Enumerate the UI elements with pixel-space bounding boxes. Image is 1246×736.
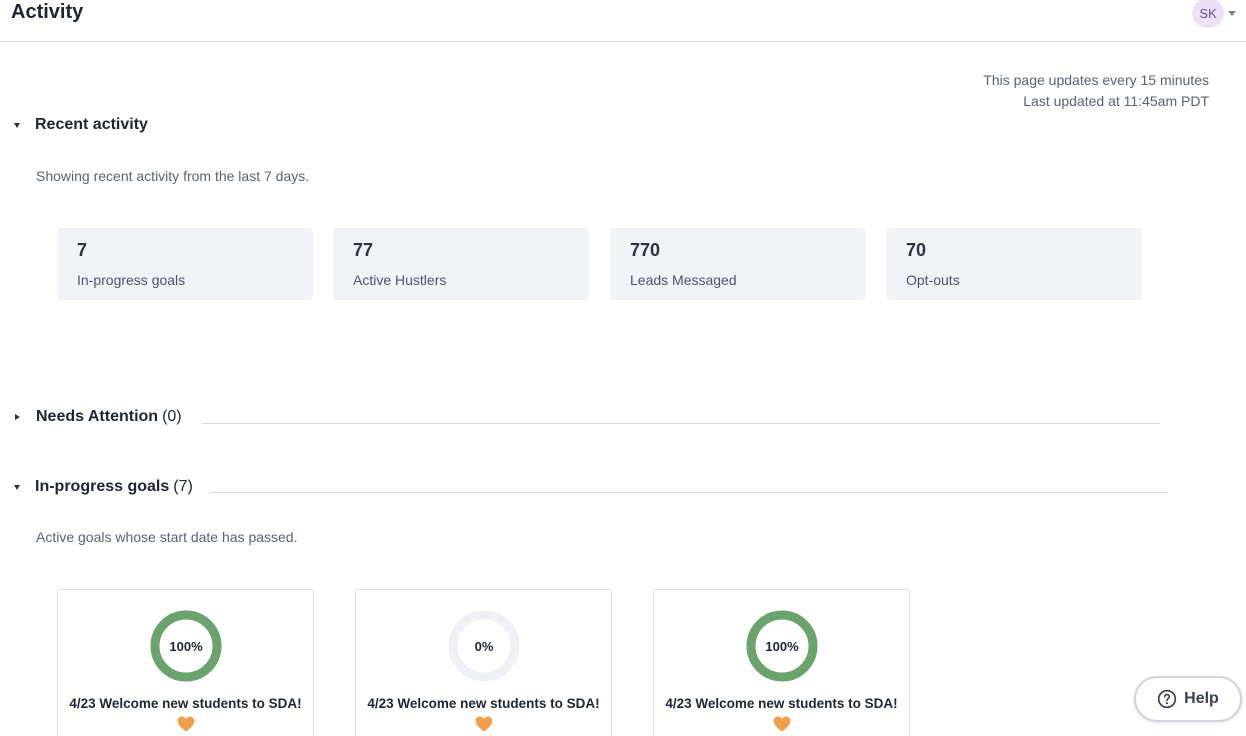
caret-down-icon[interactable] <box>14 484 20 490</box>
stat-label: Leads Messaged <box>630 272 737 288</box>
chevron-down-icon[interactable] <box>1228 10 1236 16</box>
user-menu[interactable]: SK <box>1192 0 1236 28</box>
section-divider <box>202 423 1160 424</box>
goal-card[interactable]: 100% 4/23 Welcome new students to SDA! <box>653 589 910 736</box>
stat-value: 770 <box>630 240 661 260</box>
goal-card[interactable]: 0% 4/23 Welcome new students to SDA! <box>355 589 612 736</box>
last-updated-text: Last updated at 11:45am PDT <box>1023 93 1209 109</box>
goal-title: 4/23 Welcome new students to SDA! <box>367 696 600 711</box>
section-divider <box>210 492 1168 493</box>
stat-card-leads-messaged: 770 Leads Messaged <box>610 228 866 300</box>
question-circle-icon <box>1157 689 1177 709</box>
in-progress-goals-description: Active goals whose start date has passed… <box>36 529 298 545</box>
top-bar: Activity SK <box>0 0 1246 42</box>
orange-heart-icon <box>177 716 195 732</box>
help-button[interactable]: Help <box>1134 676 1242 722</box>
goal-card[interactable]: 100% 4/23 Welcome new students to SDA! <box>57 589 314 736</box>
caret-right-icon[interactable] <box>15 414 20 420</box>
recent-activity-header[interactable]: Recent activity <box>14 114 148 136</box>
stat-value: 77 <box>353 240 374 260</box>
stat-card-in-progress-goals: 7 In-progress goals <box>57 228 313 300</box>
orange-heart-icon <box>773 716 791 732</box>
stat-value: 7 <box>77 240 88 260</box>
update-note: This page updates every 15 minutes Last … <box>983 70 1209 112</box>
progress-percent: 0% <box>474 638 494 654</box>
in-progress-goals-header[interactable]: In-progress goals (7) <box>14 476 193 498</box>
progress-percent: 100% <box>765 638 799 654</box>
section-title: Recent activity <box>35 116 148 133</box>
recent-activity-description: Showing recent activity from the last 7 … <box>36 168 310 184</box>
stat-value: 70 <box>906 240 927 260</box>
stat-card-opt-outs: 70 Opt-outs <box>886 228 1142 300</box>
progress-percent: 100% <box>169 638 203 654</box>
help-label: Help <box>1184 690 1219 707</box>
stat-label: Active Hustlers <box>353 272 447 288</box>
stat-label: In-progress goals <box>77 272 186 288</box>
needs-attention-header[interactable]: Needs Attention (0) <box>14 406 182 428</box>
update-frequency-text: This page updates every 15 minutes <box>983 72 1209 88</box>
stat-card-active-hustlers: 77 Active Hustlers <box>333 228 589 300</box>
stat-label: Opt-outs <box>906 272 960 288</box>
goal-title: 4/23 Welcome new students to SDA! <box>69 696 302 711</box>
avatar[interactable]: SK <box>1192 0 1224 28</box>
section-title: In-progress goals <box>35 478 170 495</box>
section-title: Needs Attention <box>36 408 159 425</box>
section-count: (0) <box>162 408 182 425</box>
orange-heart-icon <box>475 716 493 732</box>
goal-title: 4/23 Welcome new students to SDA! <box>665 696 898 711</box>
page-title: Activity <box>11 1 84 23</box>
section-count: (7) <box>173 478 193 495</box>
caret-down-icon[interactable] <box>14 122 20 128</box>
